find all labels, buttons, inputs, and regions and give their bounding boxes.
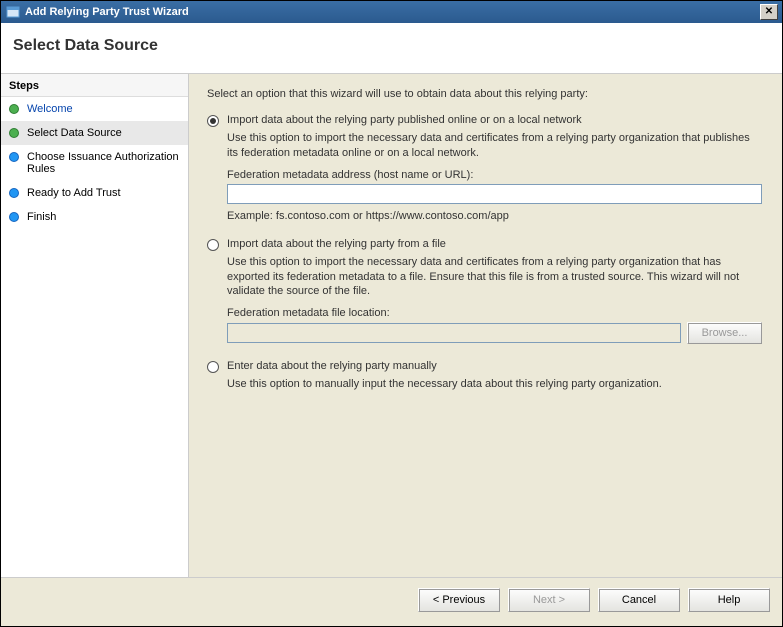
metadata-file-label: Federation metadata file location: [227,307,762,319]
step-label: Finish [27,211,56,223]
bullet-icon [9,212,19,222]
content-pane: Select an option that this wizard will u… [189,74,782,577]
option-title: Import data about the relying party publ… [227,114,582,126]
close-button[interactable]: ✕ [760,4,778,20]
app-icon [5,4,21,20]
step-label: Choose Issuance Authorization Rules [27,151,180,175]
option-import-file: Import data about the relying party from… [207,238,762,345]
radio-import-file[interactable] [207,239,219,251]
option-title: Enter data about the relying party manua… [227,360,437,372]
option-description: Use this option to import the necessary … [227,255,762,300]
metadata-file-input [227,323,681,343]
wizard-footer: < Previous Next > Cancel Help [1,577,782,626]
metadata-url-example: Example: fs.contoso.com or https://www.c… [227,210,762,222]
radio-import-online[interactable] [207,115,219,127]
step-label: Select Data Source [27,127,122,139]
option-description: Use this option to manually input the ne… [227,377,762,392]
window-title: Add Relying Party Trust Wizard [25,6,189,18]
bullet-icon [9,104,19,114]
step-label: Welcome [27,103,73,115]
cancel-button[interactable]: Cancel [598,588,680,612]
option-import-online: Import data about the relying party publ… [207,114,762,222]
wizard-window: Add Relying Party Trust Wizard ✕ Select … [0,0,783,627]
wizard-header: Select Data Source [1,23,782,74]
radio-manual[interactable] [207,361,219,373]
help-button[interactable]: Help [688,588,770,612]
option-title: Import data about the relying party from… [227,238,446,250]
option-description: Use this option to import the necessary … [227,131,762,161]
titlebar: Add Relying Party Trust Wizard ✕ [1,1,782,23]
bullet-icon [9,188,19,198]
steps-sidebar: Steps Welcome Select Data Source Choose … [1,74,189,577]
intro-text: Select an option that this wizard will u… [207,88,762,100]
next-button: Next > [508,588,590,612]
step-finish[interactable]: Finish [1,205,188,229]
metadata-url-input[interactable] [227,184,762,204]
previous-button[interactable]: < Previous [418,588,500,612]
browse-button: Browse... [687,322,762,344]
step-choose-issuance-rules[interactable]: Choose Issuance Authorization Rules [1,145,188,181]
bullet-icon [9,152,19,162]
step-welcome[interactable]: Welcome [1,97,188,121]
step-ready-to-add-trust[interactable]: Ready to Add Trust [1,181,188,205]
step-label: Ready to Add Trust [27,187,121,199]
option-manual: Enter data about the relying party manua… [207,360,762,400]
page-title: Select Data Source [13,37,770,55]
metadata-url-label: Federation metadata address (host name o… [227,169,762,181]
sidebar-heading: Steps [1,74,188,97]
bullet-icon [9,128,19,138]
step-select-data-source[interactable]: Select Data Source [1,121,188,145]
